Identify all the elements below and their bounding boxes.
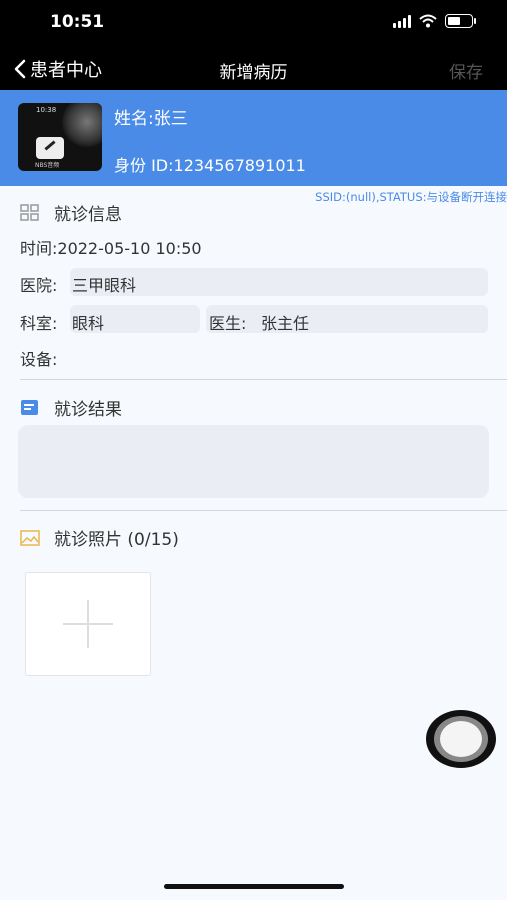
doctor-label: 医生: bbox=[209, 314, 247, 333]
patient-id: 身份 ID:1234567891011 bbox=[114, 156, 306, 175]
home-indicator[interactable] bbox=[164, 884, 344, 889]
status-icons bbox=[393, 14, 476, 28]
hospital-label: 医院: bbox=[20, 276, 58, 295]
add-photo-button[interactable] bbox=[25, 572, 151, 676]
status-time: 10:51 bbox=[50, 12, 105, 32]
thumbnail-glow bbox=[62, 103, 102, 147]
divider bbox=[20, 510, 507, 511]
doctor-field[interactable] bbox=[206, 305, 488, 333]
plus-icon-vertical bbox=[87, 600, 89, 648]
visit-photos-header: 就诊照片 (0/15) bbox=[20, 525, 179, 550]
grid-icon bbox=[20, 203, 39, 221]
device-icon bbox=[36, 137, 64, 159]
visit-info-title: 就诊信息 bbox=[54, 205, 122, 225]
thumbnail-time: 10:38 bbox=[36, 106, 57, 114]
device-label: 设备: bbox=[20, 350, 58, 369]
patient-header: 10:38 NBS音频 姓名:张三 身份 ID:1234567891011 bbox=[0, 90, 507, 186]
visit-result-header: 就诊结果 bbox=[20, 395, 122, 420]
cellular-signal-icon bbox=[393, 14, 411, 28]
assistive-touch-center bbox=[440, 721, 482, 757]
hospital-value: 三甲眼科 bbox=[72, 276, 137, 295]
connection-status: SSID:(null),STATUS:与设备断开连接 bbox=[315, 190, 507, 204]
nav-bar: 患者中心 新增病历 保存 bbox=[0, 46, 507, 90]
patient-name: 姓名:张三 bbox=[114, 109, 188, 129]
doctor-value: 张主任 bbox=[261, 314, 310, 333]
battery-icon bbox=[445, 14, 476, 28]
image-icon bbox=[20, 529, 40, 546]
visit-info-header: 就诊信息 bbox=[20, 200, 122, 225]
note-icon bbox=[21, 399, 38, 415]
divider bbox=[20, 379, 507, 380]
assistive-touch-ring bbox=[434, 716, 488, 762]
thumbnail-caption: NBS音频 bbox=[35, 162, 60, 169]
visit-time: 时间:2022-05-10 10:50 bbox=[20, 239, 202, 258]
visit-result-title: 就诊结果 bbox=[54, 400, 122, 420]
page-title: 新增病历 bbox=[219, 63, 288, 83]
department-value: 眼科 bbox=[72, 314, 105, 333]
visit-photos-title: 就诊照片 (0/15) bbox=[54, 530, 179, 550]
department-label: 科室: bbox=[20, 314, 58, 333]
wifi-icon bbox=[419, 14, 437, 28]
assistive-touch-button[interactable] bbox=[426, 710, 496, 768]
patient-device-thumbnail[interactable]: 10:38 NBS音频 bbox=[18, 103, 102, 171]
save-button[interactable]: 保存 bbox=[449, 58, 483, 83]
visit-result-input[interactable] bbox=[18, 425, 489, 498]
status-bar: 10:51 bbox=[0, 0, 507, 46]
